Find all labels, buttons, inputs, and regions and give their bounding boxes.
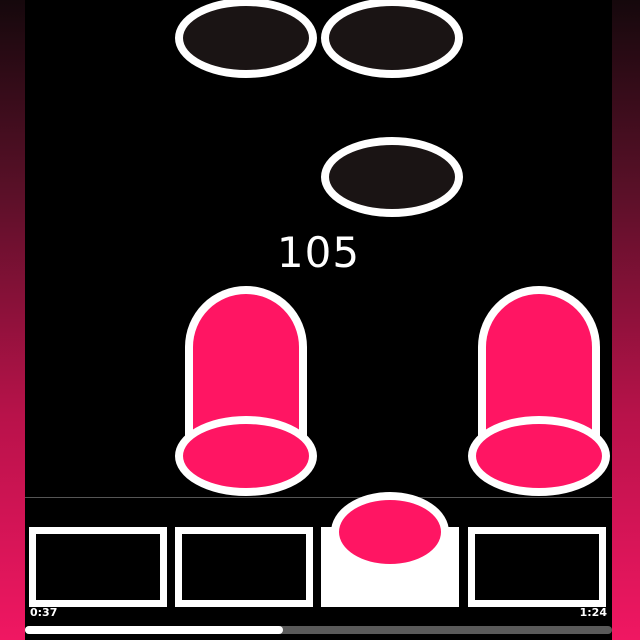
lane-pad-4[interactable] [468, 527, 606, 607]
falling-note [321, 0, 463, 78]
progress-bar[interactable] [25, 626, 612, 634]
lane-pad-2[interactable] [175, 527, 313, 607]
falling-note [175, 0, 317, 78]
elapsed-time: 0:37 [30, 606, 58, 619]
tap-note [331, 492, 449, 572]
hold-note-head [175, 416, 317, 496]
lane-pad-1[interactable] [29, 527, 167, 607]
falling-note [321, 137, 463, 217]
score-counter: 105 [276, 228, 361, 277]
total-time: 1:24 [579, 606, 607, 619]
game-stage: 105 0:37 1:24 [25, 0, 612, 640]
hold-note-head [468, 416, 610, 496]
judgement-line [25, 497, 612, 498]
progress-bar-fill [25, 626, 284, 634]
